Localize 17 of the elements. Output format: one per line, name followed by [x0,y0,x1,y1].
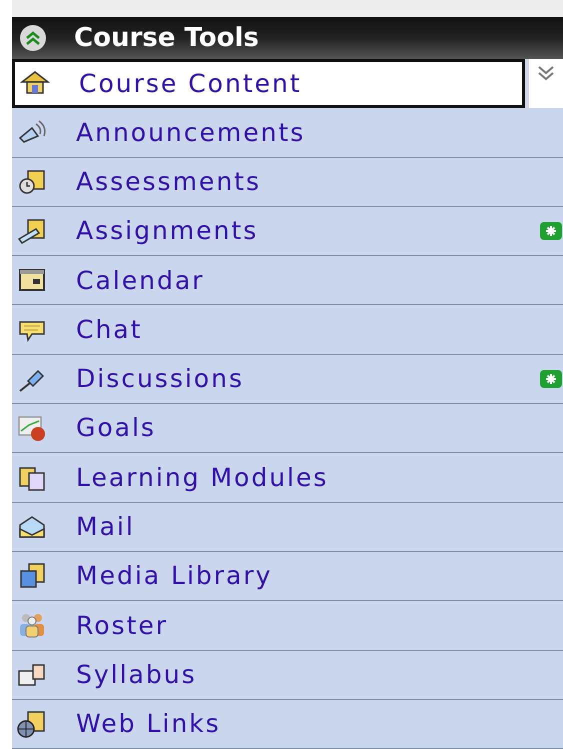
tool-item[interactable]: Discussions [12,354,563,404]
tool-item[interactable]: Announcements [12,108,563,158]
tool-item[interactable]: Assessments [12,158,563,207]
tool-item[interactable]: Assignments [12,206,563,256]
collapse-icon[interactable] [20,25,46,51]
tool-item[interactable]: Syllabus [12,650,563,700]
tool-item[interactable]: Learning Modules [12,453,563,503]
tool-item[interactable]: Course Content [12,59,525,108]
tool-item[interactable]: Web Links [12,700,563,749]
tool-item[interactable]: Roster [12,601,563,651]
double-chevron-icon [536,65,556,81]
tool-item[interactable]: Goals [12,404,563,454]
panel-title: Course Tools [74,22,259,54]
tool-item[interactable]: Media Library [12,552,563,602]
tool-item[interactable]: Chat [12,305,563,355]
tool-item[interactable]: Mail [12,502,563,552]
tool-item[interactable]: Calendar [12,256,563,306]
